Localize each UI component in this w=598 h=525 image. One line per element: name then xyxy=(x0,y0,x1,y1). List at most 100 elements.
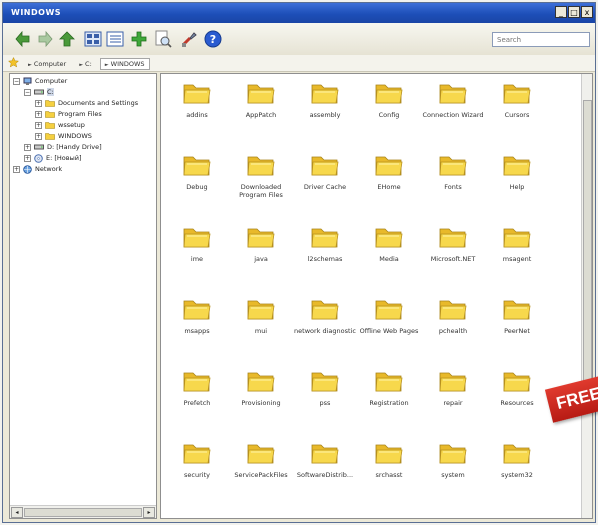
tree-node-program-files[interactable]: + Program Files xyxy=(35,109,102,120)
expand-toggle[interactable]: + xyxy=(35,99,42,107)
collapse-toggle[interactable]: − xyxy=(24,88,31,96)
tools-icon[interactable] xyxy=(179,29,199,49)
tree-node-documents[interactable]: + Documents and Settings xyxy=(35,98,138,109)
disc-drive-icon xyxy=(34,153,43,163)
folder-item[interactable]: ServicePackFiles xyxy=(229,440,293,512)
search-input[interactable] xyxy=(492,32,590,47)
tree-node-c-drive[interactable]: − C: xyxy=(24,87,54,98)
folder-item[interactable]: Downloaded Program Files xyxy=(229,152,293,224)
folder-item[interactable]: Config xyxy=(357,80,421,152)
folder-label: Fonts xyxy=(444,183,462,191)
folder-label: addins xyxy=(186,111,208,119)
folder-item[interactable]: Connection Wizard xyxy=(421,80,485,152)
folder-item[interactable]: Cursors xyxy=(485,80,549,152)
tree-node-label: Documents and Settings xyxy=(58,99,139,107)
folder-item[interactable]: Debug xyxy=(165,152,229,224)
folder-item[interactable]: Resources xyxy=(485,368,549,440)
folder-icon xyxy=(247,372,275,392)
folder-label: Media xyxy=(379,255,399,263)
tree-node-computer[interactable]: − Computer xyxy=(13,76,67,87)
forward-arrow-icon[interactable] xyxy=(35,29,55,49)
folder-item[interactable]: system xyxy=(421,440,485,512)
folder-icon xyxy=(503,444,531,464)
maximize-button[interactable]: □ xyxy=(568,6,580,18)
collapse-toggle[interactable]: − xyxy=(13,77,20,85)
folder-item[interactable]: Help xyxy=(485,152,549,224)
expand-toggle[interactable]: + xyxy=(13,165,20,173)
folder-view: addins AppPatch assembly Config Connection W… xyxy=(160,73,593,519)
scroll-thumb[interactable] xyxy=(583,100,592,402)
folder-label: Resources xyxy=(500,399,534,407)
folder-item[interactable]: security xyxy=(165,440,229,512)
back-arrow-icon[interactable] xyxy=(13,29,33,49)
view-thumbnails-icon[interactable] xyxy=(83,29,103,49)
tree-node-d-drive[interactable]: + D: [Handy Drive] xyxy=(24,142,102,153)
folder-item[interactable]: AppPatch xyxy=(229,80,293,152)
folder-item[interactable]: addins xyxy=(165,80,229,152)
folder-item[interactable]: PeerNet xyxy=(485,296,549,368)
scroll-right-arrow-icon[interactable]: ▸ xyxy=(143,507,155,518)
folder-item[interactable]: Media xyxy=(357,224,421,296)
folder-item[interactable]: l2schemas xyxy=(293,224,357,296)
explorer-window: WINDOWS _ □ x ? Search ► Computer ► C: ►… xyxy=(2,2,596,523)
horizontal-scrollbar[interactable]: ◂ ▸ xyxy=(10,505,156,518)
expand-toggle[interactable]: + xyxy=(35,110,42,118)
favorites-star-icon[interactable] xyxy=(8,57,19,68)
folder-label: srchasst xyxy=(375,471,403,479)
search-magnifier-icon[interactable] xyxy=(153,29,173,49)
folder-icon xyxy=(183,84,211,104)
crumb-computer[interactable]: ► Computer xyxy=(23,58,71,70)
folder-item[interactable]: msagent xyxy=(485,224,549,296)
folder-item[interactable]: Microsoft.NET xyxy=(421,224,485,296)
help-icon[interactable]: ? xyxy=(203,29,223,49)
folder-label: repair xyxy=(443,399,463,407)
folder-item[interactable]: msapps xyxy=(165,296,229,368)
folder-item[interactable]: SoftwareDistrib... xyxy=(293,440,357,512)
folder-icon xyxy=(375,372,403,392)
folder-icon xyxy=(439,156,467,176)
folder-item[interactable]: assembly xyxy=(293,80,357,152)
folder-item[interactable]: Registration xyxy=(357,368,421,440)
scroll-left-arrow-icon[interactable]: ◂ xyxy=(11,507,23,518)
folder-label: Cursors xyxy=(504,111,530,119)
folder-item[interactable]: Prefetch xyxy=(165,368,229,440)
folder-label: EHome xyxy=(377,183,401,191)
folder-label: Downloaded Program Files xyxy=(239,183,283,199)
folder-item[interactable]: pss xyxy=(293,368,357,440)
network-icon xyxy=(23,164,32,174)
expand-toggle[interactable]: + xyxy=(35,121,42,129)
add-plus-icon[interactable] xyxy=(129,29,149,49)
up-arrow-icon[interactable] xyxy=(57,29,77,49)
folder-item[interactable]: EHome xyxy=(357,152,421,224)
tree-node-e-drive[interactable]: + E: [Новый] xyxy=(24,153,82,164)
folder-icon xyxy=(439,444,467,464)
folder-item[interactable]: repair xyxy=(421,368,485,440)
folder-item[interactable]: Driver Cache xyxy=(293,152,357,224)
folder-item[interactable]: system32 xyxy=(485,440,549,512)
folder-item[interactable]: pchealth xyxy=(421,296,485,368)
folder-item[interactable]: Provisioning xyxy=(229,368,293,440)
folder-item[interactable]: mui xyxy=(229,296,293,368)
expand-toggle[interactable]: + xyxy=(24,143,31,151)
tree-node-windows[interactable]: + WINDOWS xyxy=(35,131,92,142)
vertical-scrollbar[interactable] xyxy=(581,74,592,518)
folder-item[interactable]: network diagnostic xyxy=(293,296,357,368)
scroll-thumb[interactable] xyxy=(24,508,142,517)
folder-label: Help xyxy=(509,183,525,191)
folder-item[interactable]: ime xyxy=(165,224,229,296)
tree-node-wssetup[interactable]: + wssetup xyxy=(35,120,85,131)
folder-item[interactable]: Offline Web Pages xyxy=(357,296,421,368)
folder-item[interactable]: java xyxy=(229,224,293,296)
folder-label: assembly xyxy=(309,111,341,119)
close-button[interactable]: x xyxy=(581,6,593,18)
folder-label: Prefetch xyxy=(183,399,211,407)
tree-node-network[interactable]: + Network xyxy=(13,164,62,175)
view-details-icon[interactable] xyxy=(105,29,125,49)
expand-toggle[interactable]: + xyxy=(24,154,31,162)
folder-item[interactable]: srchasst xyxy=(357,440,421,512)
folder-item[interactable]: Fonts xyxy=(421,152,485,224)
expand-toggle[interactable]: + xyxy=(35,132,42,140)
crumb-c-drive[interactable]: ► C: xyxy=(74,58,97,70)
minimize-button[interactable]: _ xyxy=(555,6,567,18)
crumb-windows[interactable]: ► WINDOWS xyxy=(99,58,150,70)
